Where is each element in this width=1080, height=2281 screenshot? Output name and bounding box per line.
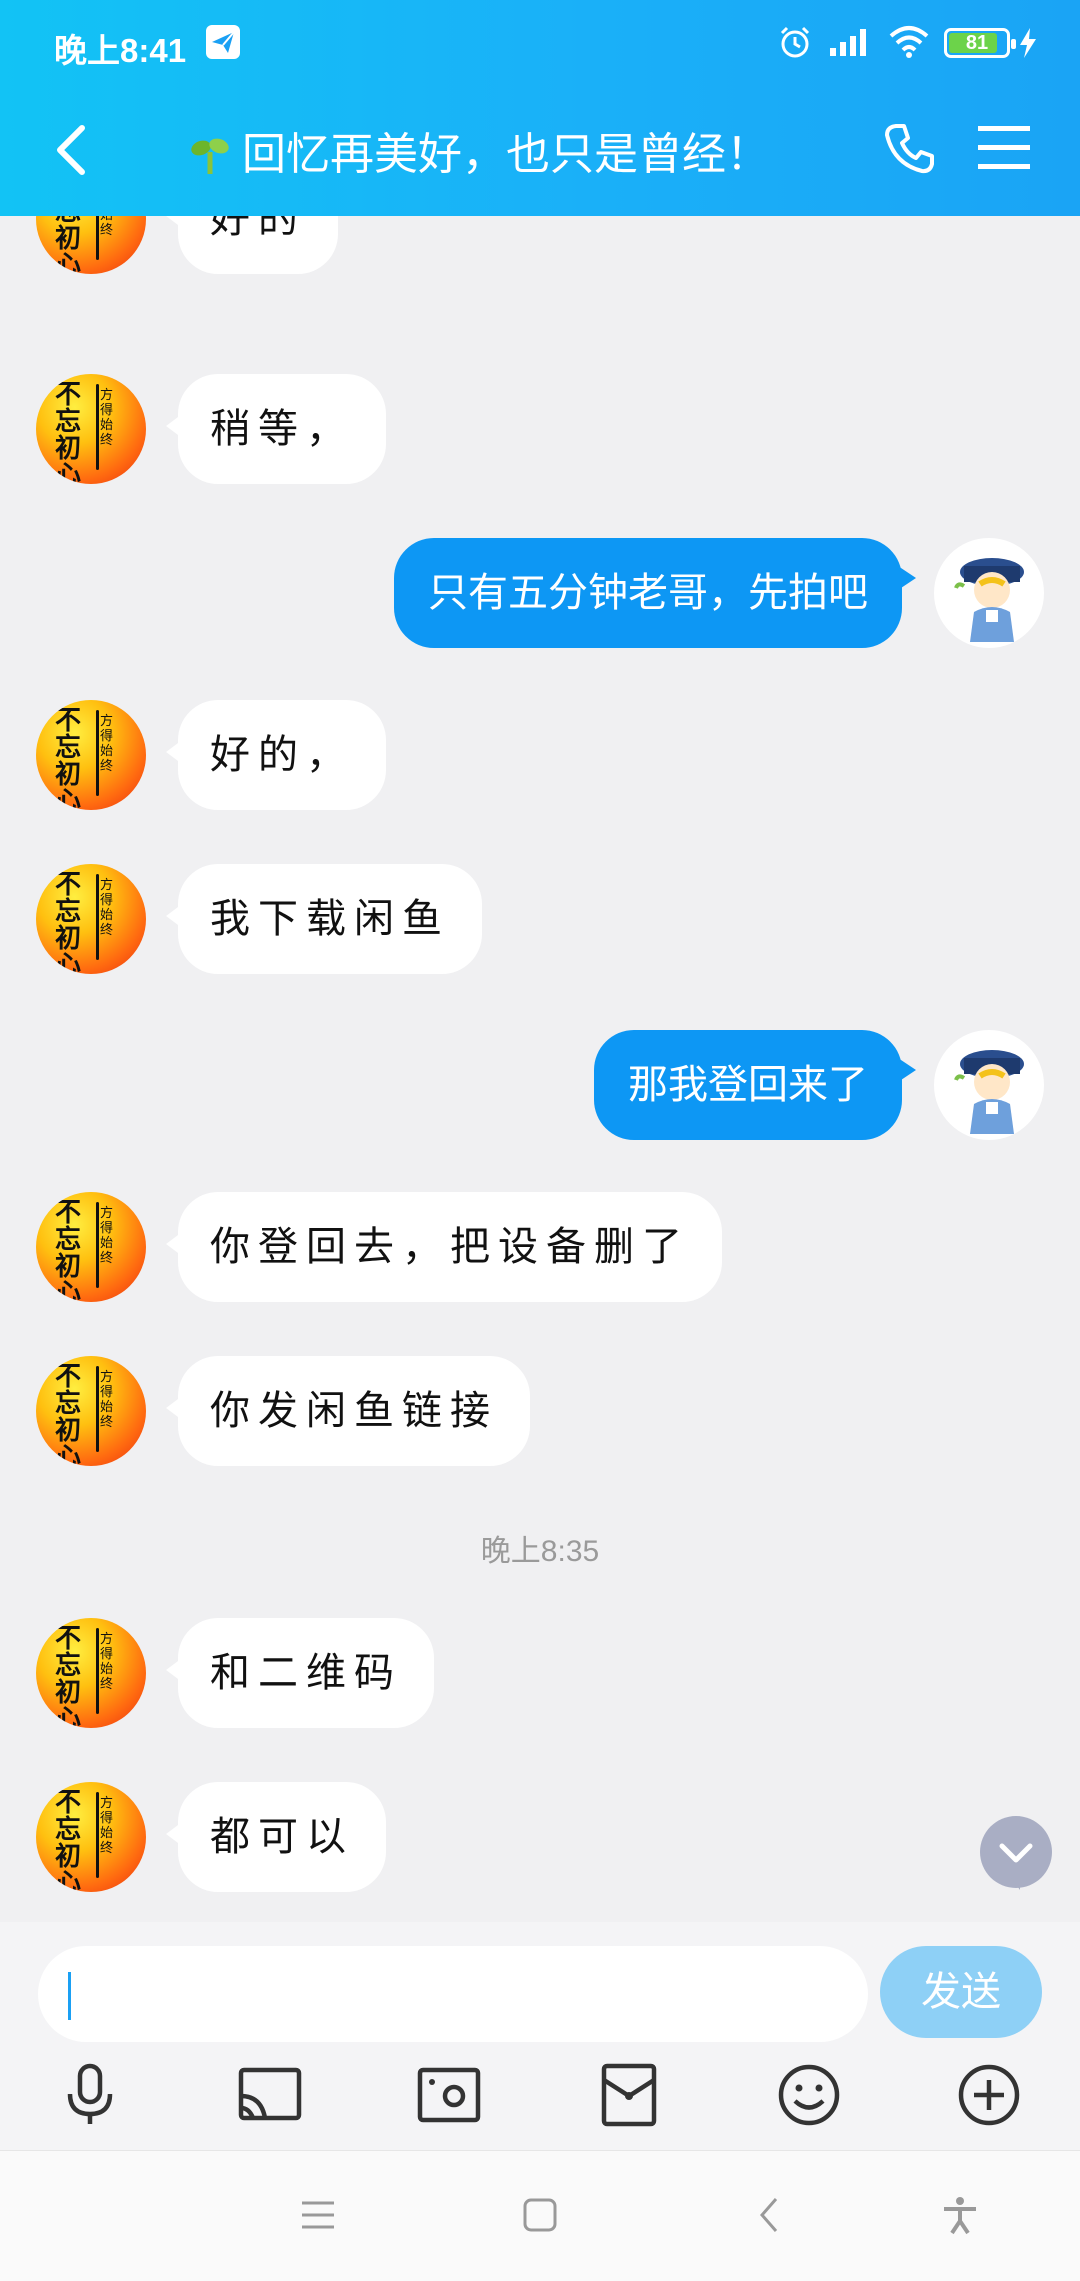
plus-icon[interactable]: [954, 2060, 1024, 2130]
accessibility-icon[interactable]: [940, 2195, 980, 2239]
avatar-subtext: 方得始终: [100, 1796, 114, 1856]
avatar-subtext: 方得始终: [100, 714, 114, 774]
avatar-subtext: 方得始终: [100, 1632, 114, 1692]
avatar-calligraphy: 不忘初心: [54, 1788, 81, 1893]
menu-button[interactable]: [976, 122, 1032, 178]
message-list[interactable]: 不忘初心 方得始终 好的 不忘初心 方得始终 稍等， 只有五分钟老哥，先拍吧 不…: [0, 216, 1080, 1922]
phone-icon: [885, 124, 934, 174]
paper-plane-icon: [206, 25, 240, 59]
avatar-subtext: 方得始终: [100, 1206, 114, 1266]
wifi-icon: [887, 24, 931, 64]
outgoing-message[interactable]: 那我登回来了: [594, 1030, 916, 1140]
avatar-calligraphy: 不忘初心: [54, 380, 81, 485]
emoji-icon[interactable]: [774, 2060, 844, 2130]
contact-avatar[interactable]: 不忘初心 方得始终: [36, 1356, 146, 1466]
alarm-icon: [777, 24, 813, 64]
outgoing-message[interactable]: 只有五分钟老哥，先拍吧: [394, 538, 916, 648]
avatar-calligraphy: 不忘初心: [54, 1198, 81, 1303]
signal-icon: [828, 24, 874, 64]
scroll-to-bottom-button[interactable]: [980, 1816, 1052, 1890]
avatar-subtext: 方得始终: [100, 216, 114, 238]
contact-avatar[interactable]: 不忘初心 方得始终: [36, 700, 146, 810]
chevron-left-icon: [57, 125, 85, 175]
contact-avatar[interactable]: 不忘初心 方得始终: [36, 1782, 146, 1892]
incoming-message[interactable]: 你发闲鱼链接: [166, 1356, 530, 1466]
contact-avatar[interactable]: 不忘初心 方得始终: [36, 1192, 146, 1302]
cartoon-boy-avatar-icon: [954, 1050, 1024, 1134]
status-bar: 晚上8:41 81: [0, 0, 1080, 90]
hamburger-menu-icon: [978, 126, 1030, 169]
contact-avatar[interactable]: 不忘初心 方得始终: [36, 1618, 146, 1728]
incoming-message[interactable]: 都可以: [166, 1782, 386, 1892]
input-bar: 发送: [0, 1922, 1080, 2150]
incoming-message[interactable]: 你登回去，把设备删了: [166, 1192, 722, 1302]
screen-share-icon[interactable]: [235, 2060, 305, 2130]
avatar-subtext: 方得始终: [100, 1370, 114, 1430]
contact-avatar[interactable]: 不忘初心 方得始终: [36, 216, 146, 274]
photo-icon[interactable]: [414, 2060, 484, 2130]
avatar-subtext: 方得始终: [100, 878, 114, 938]
system-nav-bar: [0, 2150, 1080, 2281]
back-nav-icon[interactable]: [752, 2195, 788, 2239]
message-timestamp: 晚上8:35: [480, 1535, 600, 1568]
home-icon[interactable]: [522, 2195, 558, 2239]
user-avatar[interactable]: [934, 1030, 1044, 1140]
send-button[interactable]: 发送: [880, 1946, 1042, 2038]
message-input[interactable]: [38, 1946, 868, 2042]
avatar-subtext: 方得始终: [100, 388, 114, 448]
incoming-message[interactable]: 稍等，: [166, 374, 386, 484]
battery-level: 81: [965, 32, 989, 54]
incoming-message[interactable]: 和二维码: [166, 1618, 434, 1728]
incoming-message[interactable]: 好的，: [166, 700, 386, 810]
battery-icon: 81: [944, 28, 1016, 58]
incoming-message[interactable]: 好的: [166, 216, 338, 274]
red-packet-icon[interactable]: [594, 2060, 664, 2130]
call-button[interactable]: [882, 120, 938, 180]
avatar-calligraphy: 不忘初心: [54, 216, 81, 274]
text-caret: [68, 1972, 71, 2020]
avatar-calligraphy: 不忘初心: [54, 1362, 81, 1467]
avatar-calligraphy: 不忘初心: [54, 706, 81, 811]
status-time: 晚上8:41: [54, 32, 187, 69]
chat-title[interactable]: 回忆再美好，也只是曾经！: [190, 118, 770, 182]
avatar-calligraphy: 不忘初心: [54, 1624, 81, 1729]
chat-header: 晚上8:41 81 回忆再美好，也只是曾经！: [0, 0, 1080, 216]
recent-apps-icon[interactable]: [300, 2195, 336, 2239]
user-avatar[interactable]: [934, 538, 1044, 648]
chevron-down-icon: [999, 1843, 1033, 1863]
avatar-calligraphy: 不忘初心: [54, 870, 81, 975]
cartoon-boy-avatar-icon: [954, 558, 1024, 642]
charging-icon: [1018, 28, 1038, 62]
incoming-message[interactable]: 我下载闲鱼: [166, 864, 482, 974]
back-button[interactable]: [52, 122, 92, 178]
contact-avatar[interactable]: 不忘初心 方得始终: [36, 864, 146, 974]
contact-avatar[interactable]: 不忘初心 方得始终: [36, 374, 146, 484]
microphone-icon[interactable]: [55, 2060, 125, 2130]
